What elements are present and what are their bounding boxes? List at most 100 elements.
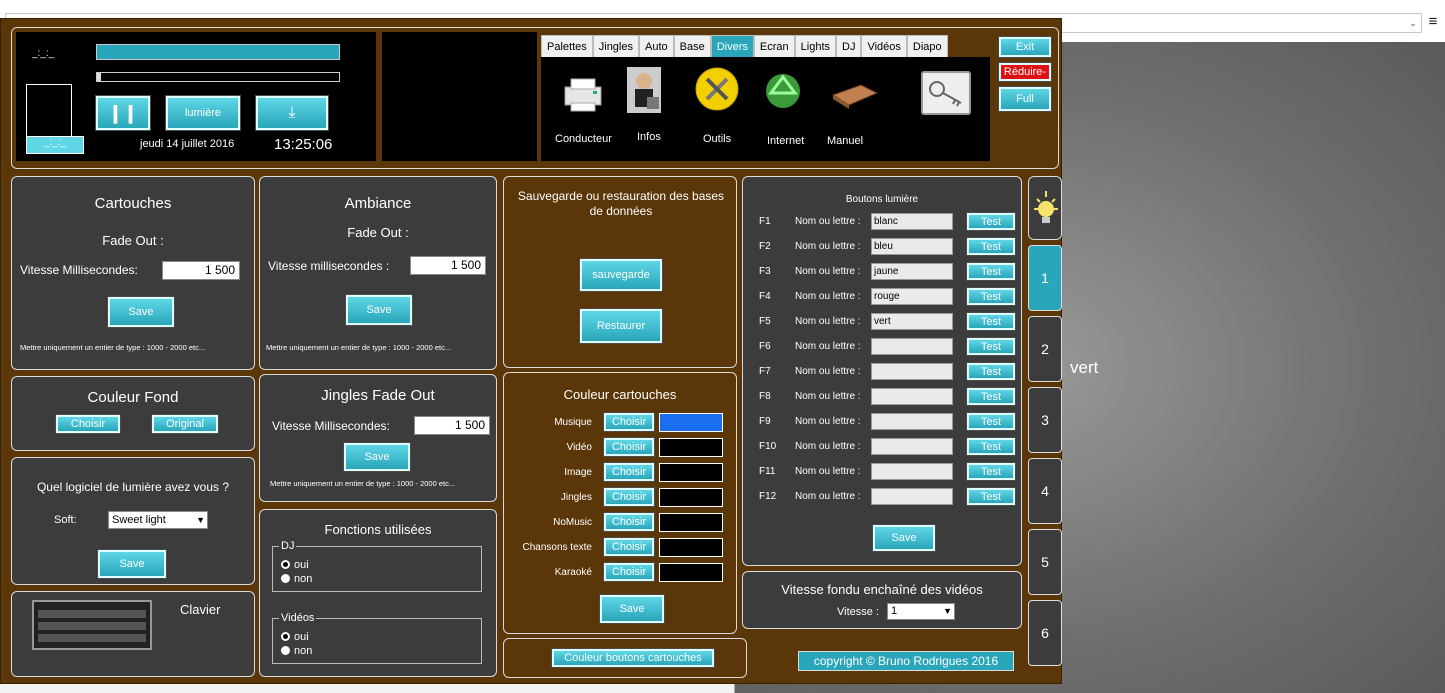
side-number-4[interactable]: 4 bbox=[1028, 458, 1062, 524]
color-row-choose-button[interactable]: Choisir bbox=[604, 438, 654, 456]
keyboard-icon[interactable] bbox=[32, 600, 152, 650]
light-row-input[interactable] bbox=[871, 463, 953, 480]
tab-diapo[interactable]: Diapo bbox=[906, 35, 948, 57]
tools-icon[interactable] bbox=[695, 67, 739, 111]
cartouches-save-button[interactable]: Save bbox=[108, 297, 174, 327]
cartouches-fade: Fade Out : bbox=[102, 233, 164, 248]
light-buttons-save[interactable]: Save bbox=[873, 525, 935, 551]
tab-base[interactable]: Base bbox=[673, 35, 711, 57]
light-row-test-button[interactable]: Test bbox=[967, 363, 1015, 380]
light-row-test-button[interactable]: Test bbox=[967, 338, 1015, 355]
light-row-input[interactable]: blanc bbox=[871, 213, 953, 230]
tab-palettes[interactable]: Palettes bbox=[541, 35, 593, 57]
color-row-choose-button[interactable]: Choisir bbox=[604, 563, 654, 581]
light-row-input[interactable] bbox=[871, 438, 953, 455]
chevron-down-icon[interactable]: ▼ bbox=[196, 512, 205, 528]
color-row-choose-button[interactable]: Choisir bbox=[604, 538, 654, 556]
cartouches-speed-input[interactable]: 1 500 bbox=[162, 261, 240, 280]
light-row-input[interactable]: rouge bbox=[871, 288, 953, 305]
light-row-test-button[interactable]: Test bbox=[967, 388, 1015, 405]
light-row-test-button[interactable]: Test bbox=[967, 313, 1015, 330]
couleur-fond-original[interactable]: Original bbox=[152, 415, 218, 433]
color-row: Vidéo Choisir bbox=[504, 438, 738, 458]
ambiance-save-button[interactable]: Save bbox=[346, 295, 412, 325]
tab-dj[interactable]: DJ bbox=[836, 35, 862, 57]
light-row-test-button[interactable]: Test bbox=[967, 238, 1015, 255]
ambiance-speed-input[interactable]: 1 500 bbox=[410, 256, 486, 275]
couleur-boutons-button[interactable]: Couleur boutons cartouches bbox=[552, 649, 714, 667]
couleur-fond-choose[interactable]: Choisir bbox=[56, 415, 120, 433]
light-row-test-button[interactable]: Test bbox=[967, 488, 1015, 505]
dj-non-radio[interactable]: non bbox=[281, 573, 312, 585]
radio-dot-icon[interactable] bbox=[281, 632, 290, 641]
light-row: F6 Nom ou lettre : Test bbox=[743, 338, 1023, 358]
couleur-cartouches-save[interactable]: Save bbox=[600, 595, 664, 623]
color-row-choose-button[interactable]: Choisir bbox=[604, 513, 654, 531]
jingles-save-button[interactable]: Save bbox=[344, 443, 410, 471]
full-button[interactable]: Full bbox=[999, 87, 1051, 111]
side-number-6[interactable]: 6 bbox=[1028, 600, 1062, 666]
key-icon[interactable] bbox=[921, 71, 971, 115]
backup-restore-button[interactable]: Restaurer bbox=[580, 309, 662, 343]
side-number-1[interactable]: 1 bbox=[1028, 245, 1062, 311]
side-number-5[interactable]: 5 bbox=[1028, 529, 1062, 595]
download-icon[interactable]: ⤓ bbox=[256, 96, 328, 130]
tab-lights[interactable]: Lights bbox=[794, 35, 836, 57]
user-lock-icon[interactable] bbox=[627, 67, 661, 113]
fondu-speed-select[interactable]: 1 ▼ bbox=[887, 603, 955, 620]
light-row-test-button[interactable]: Test bbox=[967, 463, 1015, 480]
light-row-input[interactable] bbox=[871, 363, 953, 380]
light-row-test-button[interactable]: Test bbox=[967, 213, 1015, 230]
light-row-test-button[interactable]: Test bbox=[967, 263, 1015, 280]
tab-vidéos[interactable]: Vidéos bbox=[861, 35, 907, 57]
tab-ecran[interactable]: Ecran bbox=[753, 35, 795, 57]
light-row-test-button[interactable]: Test bbox=[967, 438, 1015, 455]
light-row-input[interactable] bbox=[871, 388, 953, 405]
light-row: F3 Nom ou lettre : jaune Test bbox=[743, 263, 1023, 283]
light-row: F8 Nom ou lettre : Test bbox=[743, 388, 1023, 408]
videos-oui-radio[interactable]: oui bbox=[281, 631, 309, 643]
light-row-test-button[interactable]: Test bbox=[967, 288, 1015, 305]
light-row-label: Nom ou lettre : bbox=[795, 291, 861, 302]
chevron-down-icon[interactable]: ▼ bbox=[943, 604, 952, 619]
tab-jingles[interactable]: Jingles bbox=[592, 35, 639, 57]
exit-button[interactable]: Exit bbox=[999, 37, 1051, 57]
light-row-input[interactable]: bleu bbox=[871, 238, 953, 255]
dj-oui-radio[interactable]: oui bbox=[281, 559, 309, 571]
logiciel-save-button[interactable]: Save bbox=[98, 550, 166, 578]
printer-icon[interactable] bbox=[561, 73, 605, 113]
logiciel-soft-select[interactable]: Sweet light ▼ bbox=[108, 511, 208, 529]
hamburger-icon[interactable]: ≡ bbox=[1425, 14, 1441, 30]
reduce-button[interactable]: Réduire- bbox=[999, 63, 1051, 81]
color-swatch bbox=[659, 438, 723, 457]
videos-non-radio[interactable]: non bbox=[281, 645, 312, 657]
light-row-label: Nom ou lettre : bbox=[795, 341, 861, 352]
light-row-test-button[interactable]: Test bbox=[967, 413, 1015, 430]
volume-bar[interactable] bbox=[96, 44, 340, 60]
recycle-globe-icon[interactable] bbox=[763, 71, 803, 111]
radio-dot-icon[interactable] bbox=[281, 560, 290, 569]
light-row-input[interactable] bbox=[871, 488, 953, 505]
radio-dot-icon[interactable] bbox=[281, 646, 290, 655]
light-row-input[interactable]: vert bbox=[871, 313, 953, 330]
tab-auto[interactable]: Auto bbox=[639, 35, 674, 57]
pause-button[interactable]: ❙❙ bbox=[96, 96, 150, 130]
light-row-input[interactable] bbox=[871, 413, 953, 430]
color-row: Image Choisir bbox=[504, 463, 738, 483]
side-number-2[interactable]: 2 bbox=[1028, 316, 1062, 382]
lightbulb-icon[interactable] bbox=[1028, 176, 1062, 240]
jingles-speed-input[interactable]: 1 500 bbox=[414, 416, 490, 435]
tab-divers[interactable]: Divers bbox=[710, 35, 754, 57]
color-row-choose-button[interactable]: Choisir bbox=[604, 463, 654, 481]
side-number-3[interactable]: 3 bbox=[1028, 387, 1062, 453]
color-row-choose-button[interactable]: Choisir bbox=[604, 413, 654, 431]
book-icon[interactable] bbox=[831, 79, 879, 109]
backup-save-button[interactable]: sauvegarde bbox=[580, 259, 662, 291]
chevron-down-icon[interactable]: ⌄ bbox=[1405, 14, 1421, 32]
light-row-input[interactable] bbox=[871, 338, 953, 355]
light-row-input[interactable]: jaune bbox=[871, 263, 953, 280]
radio-dot-icon[interactable] bbox=[281, 574, 290, 583]
color-row-choose-button[interactable]: Choisir bbox=[604, 488, 654, 506]
light-button[interactable]: lumière bbox=[166, 96, 240, 130]
progress-bar[interactable] bbox=[96, 72, 340, 82]
